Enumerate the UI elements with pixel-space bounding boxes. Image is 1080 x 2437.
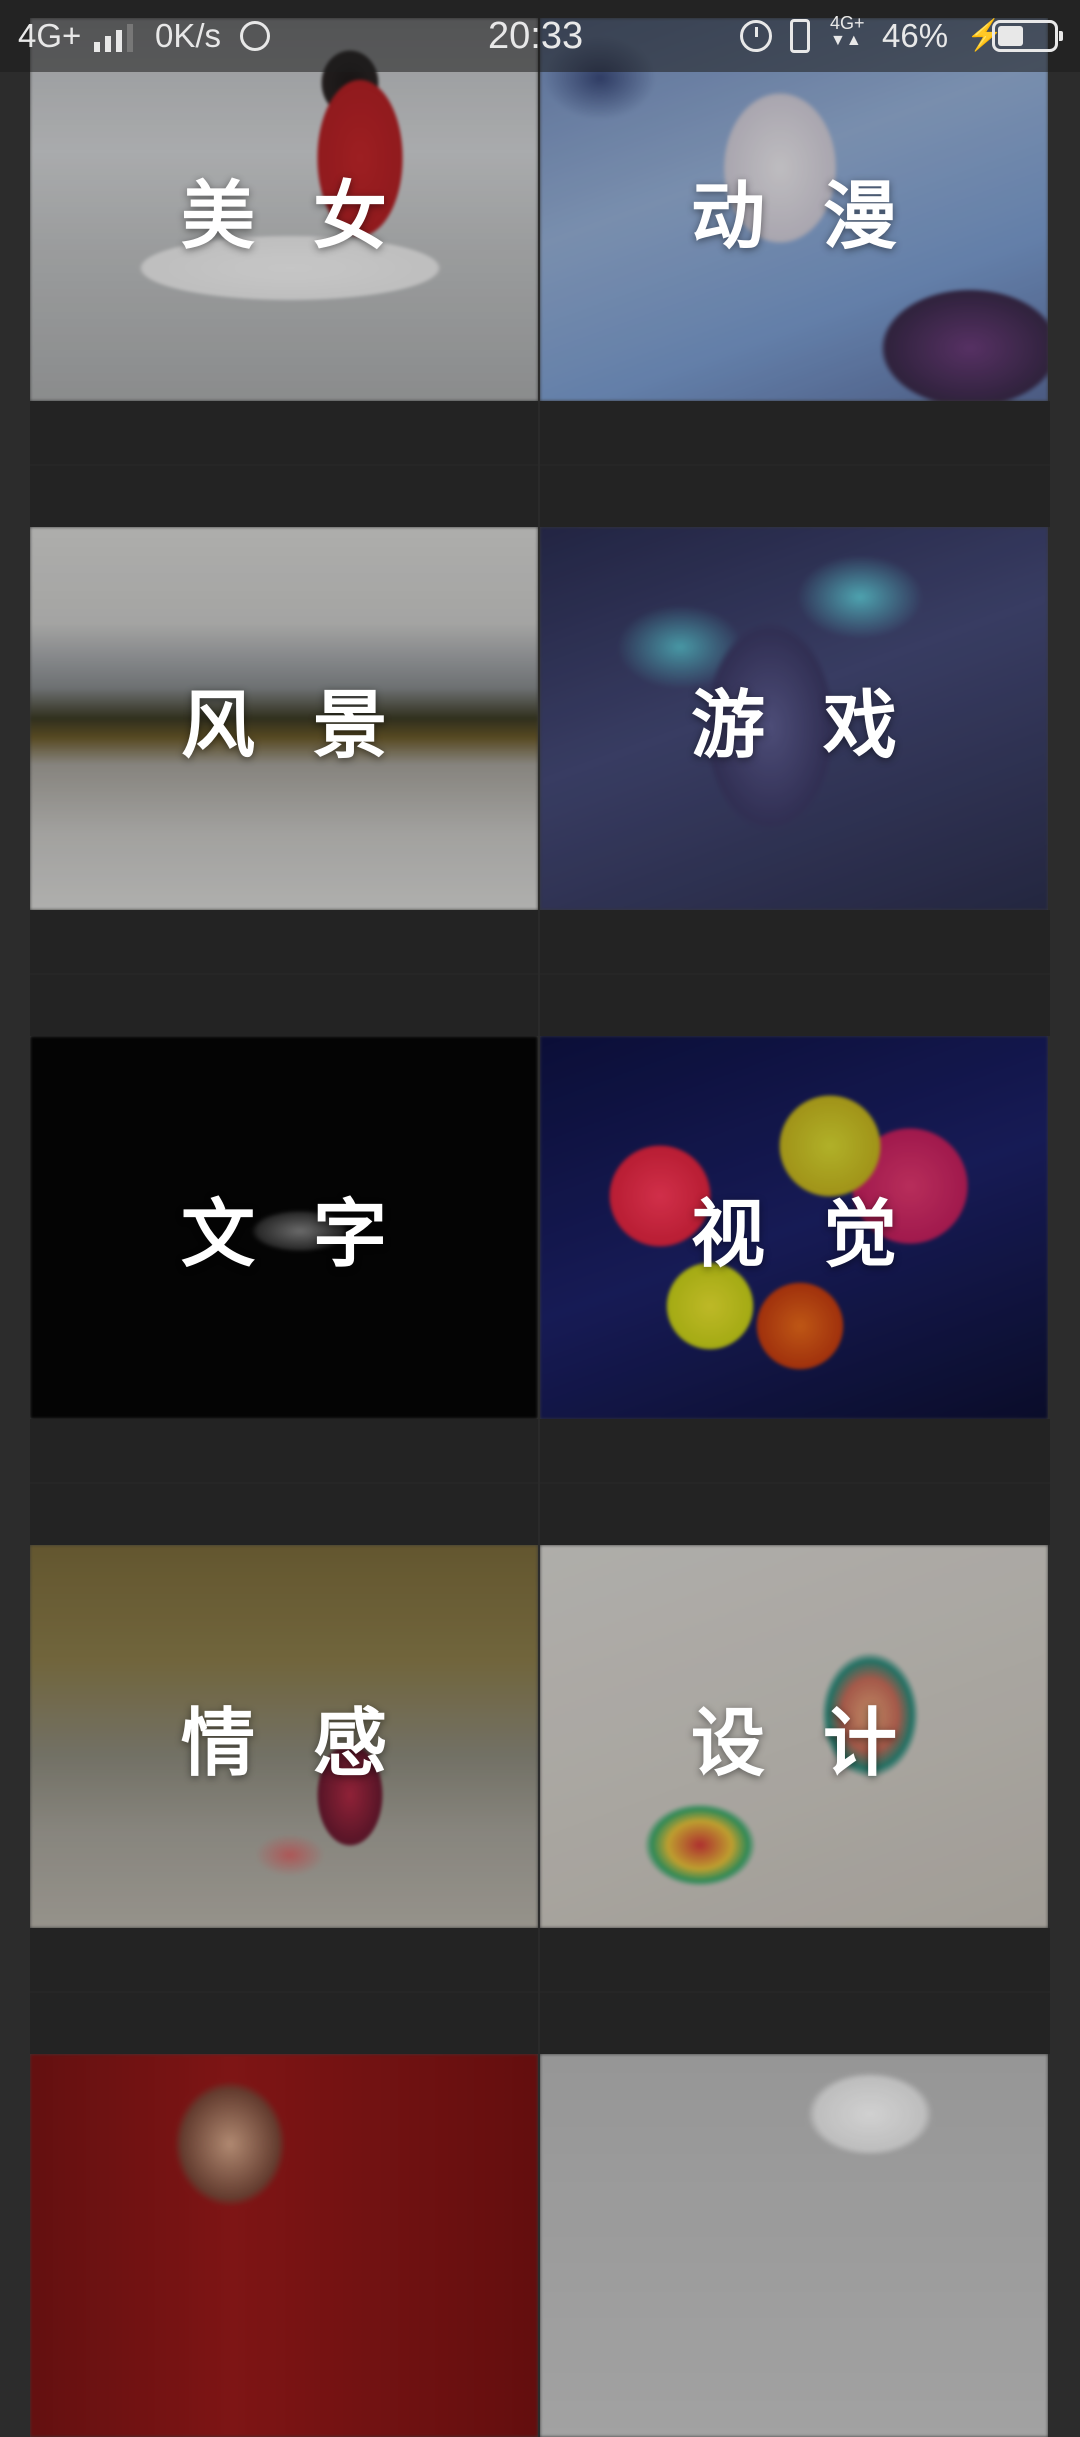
network-speed: 0K/s (155, 17, 222, 54)
row-divider (30, 910, 1050, 1036)
category-label: 风景 (181, 682, 445, 768)
category-label: 美女 (181, 173, 445, 259)
battery-fill (998, 26, 1023, 46)
row-divider (30, 401, 1050, 527)
category-label: 视觉 (691, 1191, 955, 1277)
secondary-network-label: 4G+ (830, 13, 865, 33)
category-label: 情感 (181, 1700, 445, 1786)
alarm-icon (740, 20, 772, 52)
status-bar: 4G+ 0K/s 20:33 4G+ ▼▲ 46% ⚡ (0, 0, 1080, 72)
clock: 20:33 (488, 15, 584, 57)
category-tile-design[interactable]: 设计 (540, 1545, 1048, 1928)
category-tile-scenery[interactable]: 风景 (30, 527, 538, 910)
category-tile-text[interactable]: 文字 (30, 1036, 538, 1419)
category-tile-partial-left[interactable] (30, 2054, 538, 2437)
row-divider (30, 1928, 1050, 2054)
category-tile-beauty[interactable]: 美女 (30, 18, 538, 401)
category-label: 游戏 (691, 682, 955, 768)
vibrate-icon (790, 19, 810, 53)
category-tile-anime[interactable]: 动漫 (540, 18, 1048, 401)
network-type: 4G+ (18, 17, 82, 54)
battery-icon (992, 20, 1063, 52)
category-tile-visual[interactable]: 视觉 (540, 1036, 1048, 1419)
category-label: 动漫 (691, 173, 955, 259)
category-tile-game[interactable]: 游戏 (540, 527, 1048, 910)
category-label: 文字 (181, 1191, 445, 1277)
category-tile-emotion[interactable]: 情感 (30, 1545, 538, 1928)
row-divider (30, 1419, 1050, 1545)
weibo-icon (240, 21, 270, 51)
category-label: 设计 (691, 1700, 955, 1786)
secondary-network-icon: 4G+ ▼▲ (830, 13, 865, 49)
category-tile-partial-right[interactable] (540, 2054, 1048, 2437)
signal-icon (94, 24, 140, 52)
battery-percent: 46% (882, 17, 949, 54)
